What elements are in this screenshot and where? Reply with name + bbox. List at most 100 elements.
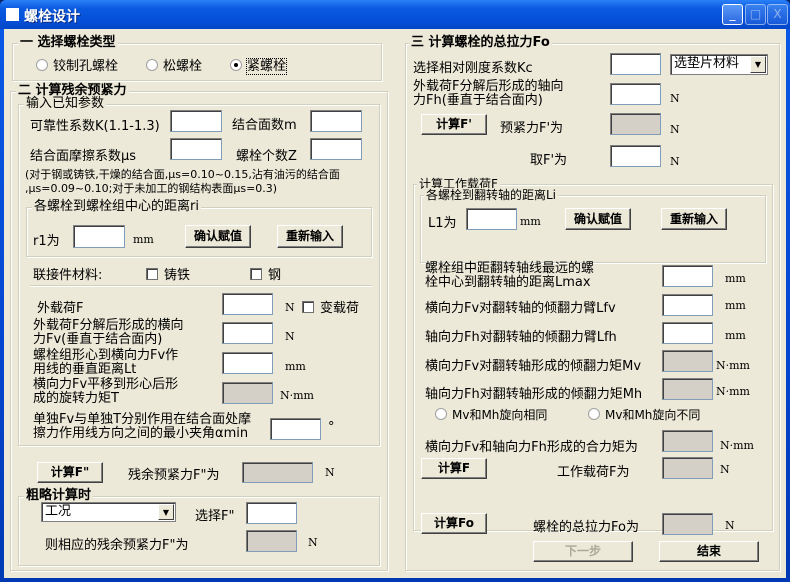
external-load-input[interactable] (222, 293, 273, 315)
fv-unit: N (285, 330, 295, 343)
lt-label-line: 螺栓组形心到横向力Fv作 (33, 348, 179, 363)
li-title: 各螺栓到翻转轴的距离Li (424, 188, 559, 202)
mv-label: 横向力Fv对翻转轴形成的倾翻力矩Mv (425, 359, 642, 374)
take-preload-unit: N (670, 155, 680, 168)
k-label: 可靠性系数K(1.1-1.3) (30, 119, 160, 134)
lt-label-line: 用线的垂直距离Lt (33, 362, 137, 377)
lmax-label: 螺栓组中距翻转轴线最远的螺 栓中心到翻转轴的距离Lmax (425, 262, 594, 290)
checkbox-label: 钢 (268, 268, 282, 283)
preload-label: 预紧力F'为 (500, 121, 564, 136)
torque-unit: N·mm (280, 389, 314, 402)
alpha-label-line: 擦力作用线方向之间的最小夹角αmin (33, 426, 249, 441)
r1-label: r1为 (33, 234, 60, 249)
lfh-input[interactable] (662, 322, 713, 344)
radio-reamed-bolt[interactable]: 铰制孔螺栓 (36, 55, 118, 74)
gasket-material-dropdown[interactable]: 选垫片材料 ▼ (670, 54, 768, 75)
mu-label: 结合面摩擦系数μs (30, 149, 137, 164)
fh-label: 外载荷F分解后形成的轴向 力Fh(垂直于结合面内) (413, 80, 563, 108)
external-load-unit: N (285, 301, 295, 314)
l1-input[interactable] (466, 208, 517, 230)
residual-label: 残余预紧力F"为 (128, 468, 220, 483)
calc-total-tension-button[interactable]: 计算Fo (421, 513, 487, 534)
calc-work-load-button[interactable]: 计算F (421, 458, 487, 479)
radio-different-direction[interactable]: Mv和Mh旋向不同 (588, 406, 700, 423)
fh-unit: N (670, 92, 680, 105)
work-load-unit: N (720, 463, 730, 476)
checkbox-icon (302, 301, 314, 313)
dropdown-value: 工况 (45, 504, 72, 519)
kc-input[interactable] (610, 53, 661, 75)
confirm-li-button[interactable]: 确认赋值 (565, 208, 631, 230)
residual-output (242, 462, 313, 483)
cast-iron-checkbox[interactable]: 铸铁 (146, 264, 190, 283)
fv-label-line: 力Fv(垂直于结合面内) (33, 332, 163, 347)
kc-label: 选择相对刚度系数Kc (413, 61, 533, 76)
lt-input[interactable] (222, 352, 273, 374)
dropdown-value: 选垫片材料 (674, 56, 740, 71)
material-label: 联接件材料: (33, 268, 103, 283)
radio-same-direction[interactable]: Mv和Mh旋向相同 (435, 406, 547, 423)
torque-label-line: 横向力Fv平移到形心后形 (33, 377, 179, 392)
friction-note-2: ,μs=0.09~0.10;对于未加工的钢结构表面μs=0.3) (25, 182, 278, 195)
resultant-moment-unit: N·mm (720, 439, 754, 452)
lfv-label: 横向力Fv对翻转轴的倾翻力臂Lfv (425, 301, 616, 316)
bolt-count-input[interactable] (310, 138, 362, 160)
checkbox-icon (250, 268, 262, 280)
chevron-down-icon[interactable]: ▼ (750, 56, 766, 73)
lmax-input[interactable] (662, 265, 713, 287)
calc-preload-button[interactable]: 计算F' (421, 114, 487, 135)
total-tension-label: 螺栓的总拉力Fo为 (533, 520, 639, 535)
lmax-label-line: 栓中心到翻转轴的距离Lmax (425, 275, 591, 290)
rough-result-output (246, 530, 297, 552)
mh-output (662, 378, 713, 400)
variable-load-checkbox[interactable]: 变载荷 (302, 297, 359, 316)
ri-title: 各螺栓到螺栓组中心的距离ri (32, 199, 201, 214)
lfh-label: 轴向力Fh对翻转轴的倾翻力臂Lfh (425, 330, 617, 345)
r1-input[interactable] (73, 225, 125, 248)
steel-checkbox[interactable]: 钢 (250, 264, 281, 283)
reenter-li-button[interactable]: 重新输入 (661, 208, 727, 230)
work-load-output (662, 457, 713, 479)
friction-coef-input[interactable] (170, 138, 222, 160)
confirm-ri-button[interactable]: 确认赋值 (185, 225, 251, 248)
divider (30, 285, 372, 287)
take-preload-input[interactable] (610, 145, 661, 167)
checkbox-label: 铸铁 (164, 268, 191, 283)
radio-icon (36, 59, 48, 71)
interface-count-input[interactable] (310, 110, 362, 132)
z-label: 螺栓个数Z (236, 149, 297, 164)
mv-unit: N·mm (716, 359, 750, 372)
lfh-unit: mm (725, 329, 746, 342)
lfv-input[interactable] (662, 294, 713, 316)
lfv-unit: mm (725, 299, 746, 312)
resultant-moment-label: 横向力Fv和轴向力Fh形成的合力矩为 (425, 440, 638, 455)
fv-label-line: 外载荷F分解后形成的横向 (33, 318, 184, 333)
fh-input[interactable] (610, 83, 661, 105)
radio-loose-bolt[interactable]: 松螺栓 (146, 55, 202, 74)
lmax-label-line: 螺栓组中距翻转轴线最远的螺 (425, 261, 595, 276)
reliability-k-input[interactable] (170, 110, 222, 132)
alpha-label-line: 单独Fv与单独T分别作用在结合面处摩 (33, 412, 252, 427)
alpha-input[interactable] (270, 418, 321, 440)
fv-input[interactable] (222, 322, 273, 344)
next-step-button[interactable]: 下一步 (533, 541, 633, 562)
known-params-title: 输入已知参数 (24, 96, 107, 111)
radio-label: 铰制孔螺栓 (53, 59, 119, 74)
bolt-type-title: 一 选择螺栓类型 (18, 35, 118, 50)
work-load-label: 工作载荷F为 (557, 465, 630, 480)
radio-label: 松螺栓 (163, 59, 203, 74)
mh-label: 轴向力Fh对翻转轴形成的倾翻力矩Mh (425, 387, 643, 402)
torque-label: 横向力Fv平移到形心后形 成的旋转力矩T (33, 378, 178, 406)
condition-dropdown[interactable]: 工况 ▼ (41, 502, 176, 522)
select-residual-input[interactable] (246, 502, 297, 524)
mv-output (662, 350, 713, 372)
alpha-label: 单独Fv与单独T分别作用在结合面处摩 擦力作用线方向之间的最小夹角αmin (33, 413, 251, 441)
radio-tight-bolt[interactable]: 紧螺栓 (230, 55, 288, 75)
calc-residual-button[interactable]: 计算F" (37, 462, 103, 483)
finish-button[interactable]: 结束 (659, 541, 759, 562)
fh-label-line: 外载荷F分解后形成的轴向 (413, 79, 564, 94)
reenter-ri-button[interactable]: 重新输入 (277, 225, 343, 248)
checkbox-icon (146, 268, 158, 280)
total-tension-unit: N (725, 519, 735, 532)
chevron-down-icon[interactable]: ▼ (158, 504, 174, 520)
